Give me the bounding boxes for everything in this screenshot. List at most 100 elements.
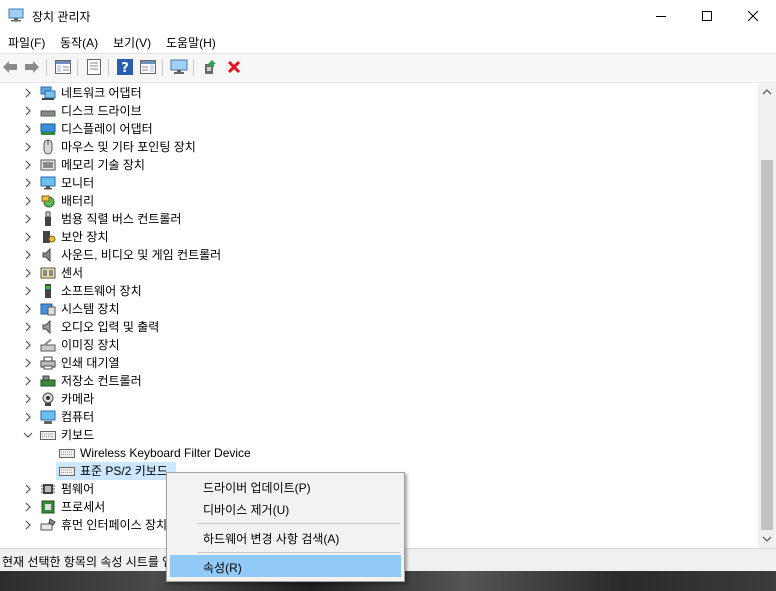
chevron-right-icon[interactable] [23,336,33,354]
mouse-icon [40,139,56,155]
svg-text:?: ? [121,61,129,75]
chevron-right-icon[interactable] [23,408,33,426]
camera-icon [40,391,56,407]
tree-item[interactable]: 네트워크 어댑터 [0,84,758,102]
chevron-right-icon[interactable] [23,246,33,264]
chevron-right-icon[interactable] [23,192,33,210]
tree-item-label: 카메라 [61,392,95,406]
tree-child-item[interactable]: Wireless Keyboard Filter Device [0,444,758,462]
scan-hardware-button[interactable] [170,58,188,76]
disk-drive-icon [40,103,56,119]
maximize-icon [702,10,712,21]
tree-item-label: 네트워크 어댑터 [61,86,142,100]
display-adapter-icon [40,121,56,137]
security-device-icon [40,229,56,245]
tree-item[interactable]: 인쇄 대기열 [0,354,758,372]
tree-item[interactable]: 센서 [0,264,758,282]
storage-controller-icon [40,373,56,389]
menu-action[interactable]: 동작(A) [60,34,98,51]
chevron-right-icon[interactable] [23,120,33,138]
software-device-icon [40,283,56,299]
battery-icon [40,193,56,209]
context-item-uninstall-device[interactable]: 디바이스 제거(U) [170,497,401,519]
chevron-right-icon[interactable] [23,390,33,408]
tree-item-label: 메모리 기술 장치 [61,158,145,172]
chevron-right-icon[interactable] [23,174,33,192]
chevron-right-icon[interactable] [23,516,33,534]
title-bar[interactable]: 장치 관리자 [0,0,776,31]
computer-icon [40,409,56,425]
tree-item[interactable]: 소프트웨어 장치 [0,282,758,300]
tree-item[interactable]: 범용 직렬 버스 컨트롤러 [0,210,758,228]
device-manager-app-icon [8,8,24,22]
back-button[interactable] [1,58,19,76]
console-tree-button[interactable] [54,58,72,76]
chevron-down-icon[interactable] [23,426,33,444]
minimize-button[interactable] [638,0,684,31]
help-button[interactable]: ? [116,58,134,76]
tree-item[interactable]: 컴퓨터 [0,408,758,426]
scroll-down-icon[interactable] [762,536,772,542]
context-item-properties[interactable]: 속성(R) [170,555,401,577]
scrollbar-thumb[interactable] [761,160,773,530]
context-item-scan-hardware[interactable]: 하드웨어 변경 사항 검색(A) [170,526,401,548]
keyboard-icon [59,445,75,461]
chevron-right-icon[interactable] [23,84,33,102]
keyboard-icon [40,427,56,443]
tree-item[interactable]: 키보드 [0,426,758,444]
tree-item-label: 컴퓨터 [61,410,95,424]
menu-help[interactable]: 도움말(H) [166,34,216,51]
chevron-right-icon[interactable] [23,300,33,318]
chevron-right-icon[interactable] [23,354,33,372]
tree-child-label: 표준 PS/2 키보드 [80,464,168,478]
tree-item[interactable]: 배터리 [0,192,758,210]
tree-item-label: 오디오 입력 및 출력 [61,320,160,334]
back-arrow-icon [3,61,17,73]
tree-item-label: 센서 [61,266,84,280]
uninstall-device-button[interactable] [225,58,243,76]
tree-item[interactable]: 이미징 장치 [0,336,758,354]
menu-file[interactable]: 파일(F) [8,34,45,51]
tree-item[interactable]: 디스크 드라이브 [0,102,758,120]
toolbar-separator [108,59,109,76]
forward-button[interactable] [23,58,41,76]
chevron-right-icon[interactable] [23,138,33,156]
chevron-right-icon[interactable] [23,228,33,246]
chevron-right-icon[interactable] [23,372,33,390]
properties-button[interactable] [85,58,103,76]
hid-icon [40,517,56,533]
chevron-right-icon[interactable] [23,264,33,282]
menu-view[interactable]: 보기(V) [113,34,151,51]
chevron-right-icon[interactable] [23,480,33,498]
tree-item[interactable]: 시스템 장치 [0,300,758,318]
vertical-scrollbar[interactable] [758,84,776,548]
scroll-up-icon[interactable] [762,89,772,95]
tree-item-label: 이미징 장치 [61,338,120,352]
sound-icon [40,247,56,263]
context-item-update-driver[interactable]: 드라이버 업데이트(P) [170,475,401,497]
chevron-right-icon[interactable] [23,498,33,516]
maximize-button[interactable] [684,0,730,31]
usb-icon [40,211,56,227]
chevron-right-icon[interactable] [23,102,33,120]
tree-item[interactable]: 모니터 [0,174,758,192]
audio-icon [40,319,56,335]
tree-item[interactable]: 오디오 입력 및 출력 [0,318,758,336]
tree-item[interactable]: 메모리 기술 장치 [0,156,758,174]
update-driver-button[interactable] [201,58,219,76]
tree-item-label: 키보드 [61,428,95,442]
chevron-right-icon[interactable] [23,282,33,300]
action-pane-button[interactable] [139,58,157,76]
tree-item[interactable]: 마우스 및 기타 포인팅 장치 [0,138,758,156]
tree-item[interactable]: 사운드, 비디오 및 게임 컨트롤러 [0,246,758,264]
tree-item-label: 저장소 컨트롤러 [61,374,142,388]
tree-item[interactable]: 저장소 컨트롤러 [0,372,758,390]
chevron-right-icon[interactable] [23,210,33,228]
tree-item[interactable]: 카메라 [0,390,758,408]
chevron-right-icon[interactable] [23,156,33,174]
chevron-right-icon[interactable] [23,318,33,336]
close-button[interactable] [730,0,776,31]
tree-item[interactable]: 디스플레이 어댑터 [0,120,758,138]
tree-item[interactable]: 보안 장치 [0,228,758,246]
minimize-icon [656,15,666,17]
